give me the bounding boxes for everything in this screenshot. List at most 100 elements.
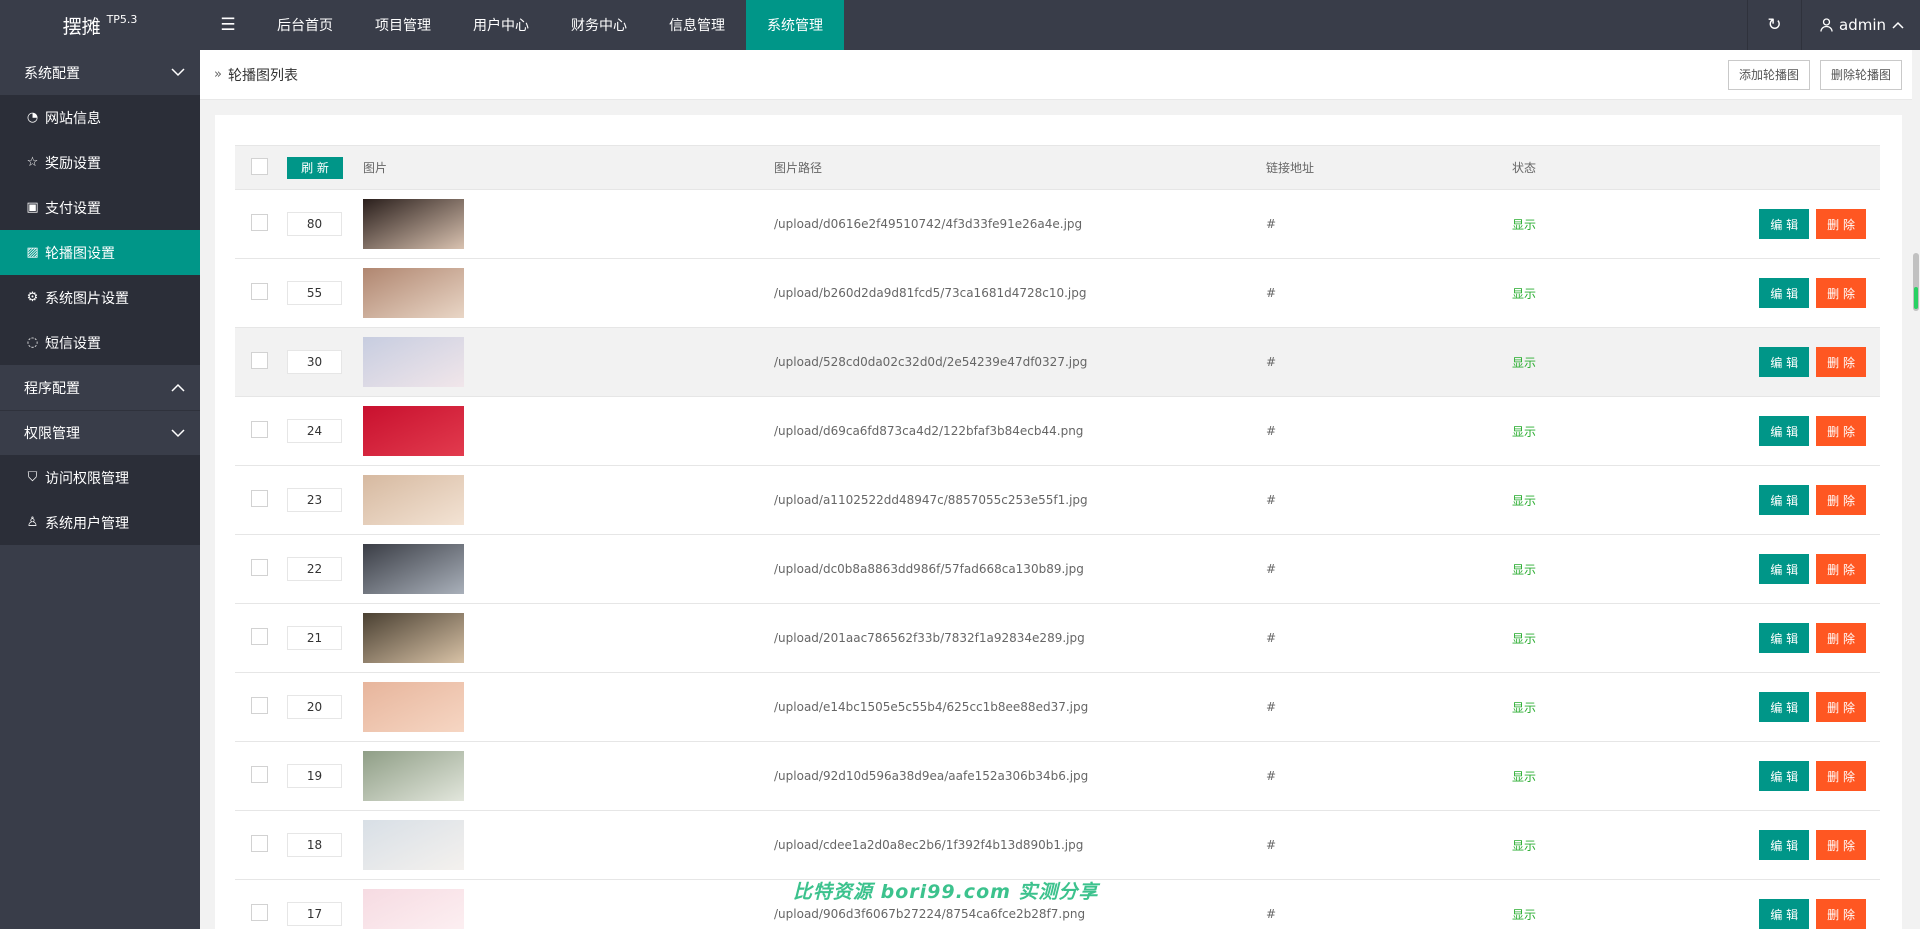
delete-button[interactable]: 删 除	[1816, 554, 1866, 584]
sidebar-group-label: 程序配置	[24, 380, 80, 397]
edit-button[interactable]: 编 辑	[1759, 347, 1810, 377]
edit-button[interactable]: 编 辑	[1759, 761, 1810, 791]
sort-order-input[interactable]	[287, 764, 342, 788]
status-badge: 显示	[1512, 838, 1537, 853]
delete-button[interactable]: 删 除	[1816, 692, 1866, 722]
row-checkbox[interactable]	[251, 490, 268, 507]
row-checkbox[interactable]	[251, 559, 268, 576]
header-link: 链接地址	[1266, 145, 1512, 190]
carousel-thumbnail	[363, 820, 464, 870]
edit-button[interactable]: 编 辑	[1759, 278, 1810, 308]
sidebar-item-access-permissions[interactable]: ⛉ 访问权限管理	[0, 455, 200, 500]
status-badge: 显示	[1512, 700, 1537, 715]
edit-button[interactable]: 编 辑	[1759, 899, 1810, 929]
logo[interactable]: 摆摊 TP5.3	[0, 0, 200, 50]
page-scrollbar[interactable]	[1912, 50, 1920, 929]
row-checkbox[interactable]	[251, 904, 268, 921]
sidebar-item-site-info[interactable]: ◔ 网站信息	[0, 95, 200, 140]
refresh-icon[interactable]: ↻	[1747, 0, 1801, 50]
delete-button[interactable]: 删 除	[1816, 347, 1866, 377]
link-address: #	[1266, 424, 1277, 438]
star-icon: ☆	[26, 155, 39, 170]
row-checkbox[interactable]	[251, 214, 268, 231]
nav-home[interactable]: 后台首页	[256, 0, 354, 50]
sidebar-group-label: 权限管理	[24, 426, 80, 442]
delete-button[interactable]: 删 除	[1816, 209, 1866, 239]
select-all-checkbox[interactable]	[251, 157, 268, 175]
nav-info[interactable]: 信息管理	[648, 0, 746, 50]
delete-button[interactable]: 删 除	[1816, 830, 1866, 860]
carousel-thumbnail	[363, 682, 464, 732]
sidebar-group-permissions[interactable]: 权限管理	[0, 410, 200, 455]
menu-toggle-icon[interactable]: ☰	[200, 0, 256, 50]
carousel-thumbnail	[363, 751, 464, 801]
sidebar-item-label: 短信设置	[45, 335, 101, 352]
sidebar-item-sms[interactable]: ◌ 短信设置	[0, 320, 200, 365]
user-menu[interactable]: admin	[1801, 0, 1920, 50]
refresh-sort-button[interactable]: 刷 新	[287, 156, 343, 179]
row-checkbox[interactable]	[251, 283, 268, 300]
user-icon	[1820, 18, 1833, 32]
sort-order-input[interactable]	[287, 419, 342, 443]
edit-button[interactable]: 编 辑	[1759, 830, 1810, 860]
link-address: #	[1266, 355, 1277, 369]
row-checkbox[interactable]	[251, 766, 268, 783]
header-status: 状态	[1512, 145, 1712, 190]
image-path: /upload/d0616e2f49510742/4f3d33fe91e26a4…	[774, 217, 1083, 231]
carousel-thumbnail	[363, 889, 464, 929]
row-checkbox[interactable]	[251, 628, 268, 645]
table-row: /upload/d0616e2f49510742/4f3d33fe91e26a4…	[235, 190, 1880, 259]
row-checkbox[interactable]	[251, 835, 268, 852]
carousel-thumbnail	[363, 544, 464, 594]
delete-button[interactable]: 删 除	[1816, 899, 1866, 929]
image-path: /upload/b260d2da9d81fcd5/73ca1681d4728c1…	[774, 286, 1087, 300]
sort-order-input[interactable]	[287, 488, 342, 512]
sidebar-group-program-config[interactable]: 程序配置	[0, 365, 200, 410]
sort-order-input[interactable]	[287, 557, 342, 581]
sort-order-input[interactable]	[287, 626, 342, 650]
sidebar-item-carousel[interactable]: ▨ 轮播图设置	[0, 230, 200, 275]
sort-order-input[interactable]	[287, 350, 342, 374]
sort-order-input[interactable]	[287, 833, 342, 857]
row-checkbox[interactable]	[251, 697, 268, 714]
nav-system[interactable]: 系统管理	[746, 0, 844, 50]
delete-button[interactable]: 删 除	[1816, 278, 1866, 308]
table-row: /upload/528cd0da02c32d0d/2e54239e47df032…	[235, 327, 1880, 397]
carousel-thumbnail	[363, 199, 464, 249]
link-address: #	[1266, 769, 1277, 783]
edit-button[interactable]: 编 辑	[1759, 209, 1810, 239]
sidebar-item-payment[interactable]: ▣ 支付设置	[0, 185, 200, 230]
dashboard-icon: ◔	[26, 110, 39, 125]
edit-button[interactable]: 编 辑	[1759, 623, 1810, 653]
table-row: /upload/e14bc1505e5c55b4/625cc1b8ee88ed3…	[235, 673, 1880, 742]
sidebar-item-rewards[interactable]: ☆ 奖励设置	[0, 140, 200, 185]
sidebar-group-system-config[interactable]: 系统配置	[0, 50, 200, 95]
sort-order-input[interactable]	[287, 281, 342, 305]
delete-carousel-button[interactable]: 删除轮播图	[1819, 59, 1902, 90]
image-path: /upload/a1102522dd48947c/8857055c253e55f…	[774, 493, 1088, 507]
delete-button[interactable]: 删 除	[1816, 623, 1866, 653]
sidebar-item-system-users[interactable]: ♙ 系统用户管理	[0, 500, 200, 545]
delete-button[interactable]: 删 除	[1816, 485, 1866, 515]
link-address: #	[1266, 907, 1277, 921]
edit-button[interactable]: 编 辑	[1759, 485, 1810, 515]
delete-button[interactable]: 删 除	[1816, 416, 1866, 446]
breadcrumb: 轮播图列表	[227, 67, 298, 84]
row-checkbox[interactable]	[251, 421, 268, 438]
sidebar-item-system-images[interactable]: ⚙ 系统图片设置	[0, 275, 200, 320]
sort-order-input[interactable]	[287, 902, 342, 926]
chevron-down-icon	[171, 428, 185, 437]
nav-finance[interactable]: 财务中心	[550, 0, 648, 50]
edit-button[interactable]: 编 辑	[1759, 416, 1810, 446]
edit-button[interactable]: 编 辑	[1759, 554, 1810, 584]
edit-button[interactable]: 编 辑	[1759, 692, 1810, 722]
status-badge: 显示	[1512, 424, 1537, 439]
delete-button[interactable]: 删 除	[1816, 761, 1866, 791]
status-badge: 显示	[1512, 907, 1537, 922]
nav-projects[interactable]: 项目管理	[354, 0, 452, 50]
nav-users[interactable]: 用户中心	[452, 0, 550, 50]
add-carousel-button[interactable]: 添加轮播图	[1727, 59, 1810, 90]
sort-order-input[interactable]	[287, 212, 342, 236]
row-checkbox[interactable]	[251, 352, 268, 369]
sort-order-input[interactable]	[287, 695, 342, 719]
